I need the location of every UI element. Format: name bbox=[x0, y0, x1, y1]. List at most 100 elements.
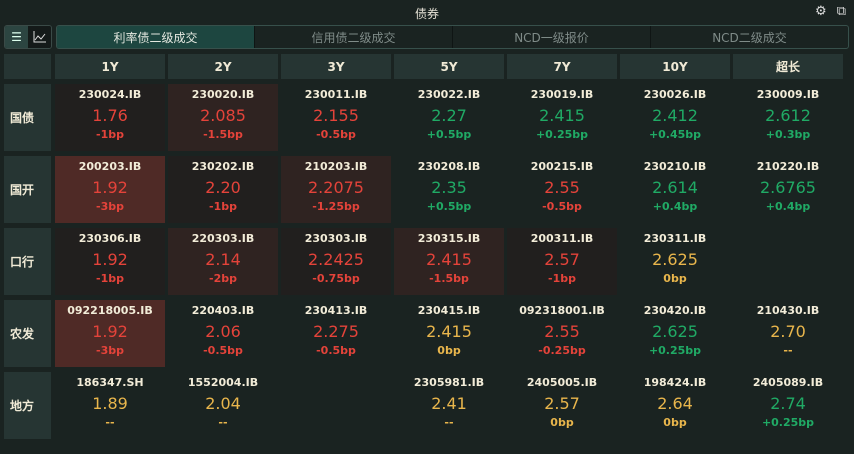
bond-code: 230306.IB bbox=[78, 232, 142, 245]
bond-yield: 2.20 bbox=[205, 178, 241, 197]
column-header[interactable]: 7Y bbox=[507, 54, 617, 79]
bond-yield: 2.415 bbox=[426, 250, 472, 269]
bond-cell[interactable]: 210220.IB 2.6765 +0.4bp bbox=[733, 156, 843, 223]
bond-code: 230208.IB bbox=[417, 160, 481, 173]
yield-change: 0bp bbox=[550, 416, 574, 429]
bond-cell[interactable]: 200203.IB 1.92 -3bp bbox=[55, 156, 165, 223]
bond-cell[interactable]: 220403.IB 2.06 -0.5bp bbox=[168, 300, 278, 367]
bond-cell[interactable]: 200215.IB 2.55 -0.5bp bbox=[507, 156, 617, 223]
yield-change: +0.5bp bbox=[426, 128, 472, 141]
yield-change: -0.5bp bbox=[316, 128, 356, 141]
bond-code: 230020.IB bbox=[191, 88, 255, 101]
bond-yield: 2.614 bbox=[652, 178, 698, 197]
bond-yield: 2.155 bbox=[313, 106, 359, 125]
yield-change: -1bp bbox=[96, 272, 124, 285]
yield-change: -3bp bbox=[96, 344, 124, 357]
bond-code: 230413.IB bbox=[304, 304, 368, 317]
bond-yield: 2.35 bbox=[431, 178, 467, 197]
bond-cell[interactable]: 092218005.IB 1.92 -3bp bbox=[55, 300, 165, 367]
bond-cell[interactable]: 1552004.IB 2.04 -- bbox=[168, 372, 278, 439]
bond-yield: 2.625 bbox=[652, 250, 698, 269]
tab-3[interactable]: NCD二级成交 bbox=[650, 26, 848, 48]
bond-code: 200215.IB bbox=[530, 160, 594, 173]
bond-code: 230024.IB bbox=[78, 88, 142, 101]
bond-yield: 2.55 bbox=[544, 178, 580, 197]
bond-cell[interactable]: 198424.IB 2.64 0bp bbox=[620, 372, 730, 439]
bond-cell[interactable]: 2405089.IB 2.74 +0.25bp bbox=[733, 372, 843, 439]
bond-cell[interactable]: 220303.IB 2.14 -2bp bbox=[168, 228, 278, 295]
bond-cell[interactable]: 230415.IB 2.415 0bp bbox=[394, 300, 504, 367]
list-icon[interactable]: ☰ bbox=[5, 26, 28, 48]
tab-1[interactable]: 信用债二级成交 bbox=[254, 26, 452, 48]
bond-cell[interactable]: 230020.IB 2.085 -1.5bp bbox=[168, 84, 278, 151]
bond-cell[interactable]: 230022.IB 2.27 +0.5bp bbox=[394, 84, 504, 151]
bond-code: 230202.IB bbox=[191, 160, 255, 173]
bond-cell[interactable]: 230208.IB 2.35 +0.5bp bbox=[394, 156, 504, 223]
bond-cell[interactable]: 230311.IB 2.625 0bp bbox=[620, 228, 730, 295]
bond-yield: 1.92 bbox=[92, 322, 128, 341]
bond-cell[interactable]: 230303.IB 2.2425 -0.75bp bbox=[281, 228, 391, 295]
bond-code: 210203.IB bbox=[304, 160, 368, 173]
column-header[interactable]: 5Y bbox=[394, 54, 504, 79]
bond-cell[interactable]: 200311.IB 2.57 -1bp bbox=[507, 228, 617, 295]
yield-change: -- bbox=[783, 344, 793, 357]
bond-yield: 2.612 bbox=[765, 106, 811, 125]
column-header[interactable]: 2Y bbox=[168, 54, 278, 79]
bond-cell[interactable]: 092318001.IB 2.55 -0.25bp bbox=[507, 300, 617, 367]
yield-change: -1bp bbox=[96, 128, 124, 141]
yield-change: -1.5bp bbox=[203, 128, 243, 141]
empty-cell bbox=[733, 228, 843, 295]
bond-yield: 2.57 bbox=[544, 250, 580, 269]
bond-yield: 1.89 bbox=[92, 394, 128, 413]
bond-code: 220303.IB bbox=[191, 232, 255, 245]
gear-icon[interactable]: ⚙ bbox=[815, 4, 827, 19]
yield-change: -1bp bbox=[209, 200, 237, 213]
row-label: 国开 bbox=[4, 156, 51, 223]
bond-code: 186347.SH bbox=[76, 376, 144, 389]
bond-yield: 2.085 bbox=[200, 106, 246, 125]
bond-cell[interactable]: 230315.IB 2.415 -1.5bp bbox=[394, 228, 504, 295]
column-header[interactable]: 3Y bbox=[281, 54, 391, 79]
yield-change: -0.5bp bbox=[542, 200, 582, 213]
yield-change: -0.5bp bbox=[203, 344, 243, 357]
bond-yield: 2.415 bbox=[539, 106, 585, 125]
bond-cell[interactable]: 186347.SH 1.89 -- bbox=[55, 372, 165, 439]
bond-code: 2405089.IB bbox=[752, 376, 824, 389]
column-header[interactable]: 1Y bbox=[55, 54, 165, 79]
yield-change: -3bp bbox=[96, 200, 124, 213]
bond-cell[interactable]: 210203.IB 2.2075 -1.25bp bbox=[281, 156, 391, 223]
yield-change: 0bp bbox=[663, 272, 687, 285]
bond-yield: 2.06 bbox=[205, 322, 241, 341]
bond-cell[interactable]: 230026.IB 2.412 +0.45bp bbox=[620, 84, 730, 151]
yield-change: -- bbox=[218, 416, 228, 429]
bond-yield: 2.55 bbox=[544, 322, 580, 341]
yield-change: -1.5bp bbox=[429, 272, 469, 285]
bond-cell[interactable]: 230210.IB 2.614 +0.4bp bbox=[620, 156, 730, 223]
tab-2[interactable]: NCD一级报价 bbox=[452, 26, 650, 48]
bond-code: 220403.IB bbox=[191, 304, 255, 317]
bond-cell[interactable]: 230420.IB 2.625 +0.25bp bbox=[620, 300, 730, 367]
yield-change: -0.25bp bbox=[538, 344, 586, 357]
tab-0[interactable]: 利率债二级成交 bbox=[57, 26, 254, 48]
bond-yield: 2.57 bbox=[544, 394, 580, 413]
bond-cell[interactable]: 230413.IB 2.275 -0.5bp bbox=[281, 300, 391, 367]
external-link-icon[interactable]: ⧉ bbox=[837, 4, 846, 19]
bond-cell[interactable]: 230009.IB 2.612 +0.3bp bbox=[733, 84, 843, 151]
column-header[interactable]: 超长 bbox=[733, 54, 843, 79]
column-header[interactable]: 10Y bbox=[620, 54, 730, 79]
yield-change: 0bp bbox=[663, 416, 687, 429]
bond-cell[interactable]: 2305981.IB 2.41 -- bbox=[394, 372, 504, 439]
bond-cell[interactable]: 230019.IB 2.415 +0.25bp bbox=[507, 84, 617, 151]
bond-cell[interactable]: 230024.IB 1.76 -1bp bbox=[55, 84, 165, 151]
yield-change: +0.4bp bbox=[765, 200, 811, 213]
bond-cell[interactable]: 210430.IB 2.70 -- bbox=[733, 300, 843, 367]
bond-code: 230009.IB bbox=[756, 88, 820, 101]
bond-yield: 2.415 bbox=[426, 322, 472, 341]
bond-cell[interactable]: 230202.IB 2.20 -1bp bbox=[168, 156, 278, 223]
bond-cell[interactable]: 2405005.IB 2.57 0bp bbox=[507, 372, 617, 439]
bond-cell[interactable]: 230011.IB 2.155 -0.5bp bbox=[281, 84, 391, 151]
bond-yield: 2.275 bbox=[313, 322, 359, 341]
bond-cell[interactable]: 230306.IB 1.92 -1bp bbox=[55, 228, 165, 295]
line-chart-icon[interactable] bbox=[28, 26, 51, 48]
bond-yield: 2.41 bbox=[431, 394, 467, 413]
